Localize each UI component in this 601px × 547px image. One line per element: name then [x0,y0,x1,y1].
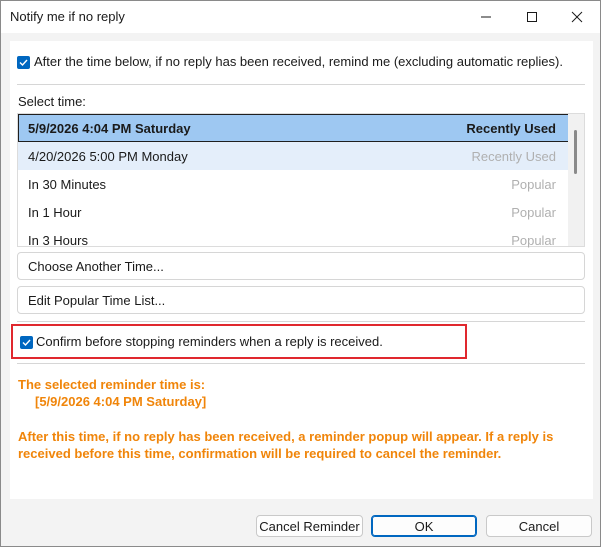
time-item-label: In 30 Minutes [28,177,107,192]
cancel-reminder-label: Cancel Reminder [259,519,360,534]
divider [17,363,585,364]
time-list-item[interactable]: In 1 Hour Popular [18,198,569,226]
time-item-tag: Popular [511,233,556,248]
minimize-button[interactable] [463,1,509,33]
close-icon [571,11,583,23]
time-list-item[interactable]: 5/9/2026 4:04 PM Saturday Recently Used [18,114,569,142]
maximize-icon [527,12,537,22]
time-item-label: 5/9/2026 4:04 PM Saturday [28,121,191,136]
ok-label: OK [414,519,434,534]
time-item-tag: Recently Used [466,121,556,136]
selected-reminder-time: [5/9/2026 4:04 PM Saturday] [35,394,207,409]
divider [17,84,585,85]
time-list-item[interactable]: In 3 Hours Popular [18,226,569,248]
confirm-checkbox[interactable] [20,336,33,349]
remind-if-no-reply-option[interactable]: After the time below, if no reply has be… [17,54,587,72]
dialog-window: Notify me if no reply After the time bel… [0,0,601,547]
confirm-before-stopping-option[interactable]: Confirm before stopping reminders when a… [11,324,467,359]
select-time-label: Select time: [18,94,86,109]
confirm-option-label: Confirm before stopping reminders when a… [36,334,383,349]
reminder-explanation-line1: After this time, if no reply has been re… [18,429,554,444]
window-title: Notify me if no reply [10,9,125,24]
reminder-time-heading: The selected reminder time is: [18,377,206,392]
checkmark-icon [22,339,31,347]
time-item-tag: Recently Used [471,149,556,164]
cancel-label: Cancel [518,519,560,534]
title-bar: Notify me if no reply [1,1,600,33]
time-list-item[interactable]: In 30 Minutes Popular [18,170,569,198]
edit-popular-time-list-button[interactable]: Edit Popular Time List... [17,286,585,314]
maximize-button[interactable] [509,1,555,33]
remind-option-label: After the time below, if no reply has be… [34,54,563,69]
cancel-button[interactable]: Cancel [486,515,592,537]
choose-another-time-label: Choose Another Time... [28,259,164,274]
time-item-tag: Popular [511,177,556,192]
time-item-tag: Popular [511,205,556,220]
reminder-explanation-line2: received before this time, confirmation … [18,446,502,461]
close-button[interactable] [554,1,600,33]
edit-popular-time-list-label: Edit Popular Time List... [28,293,166,308]
remind-checkbox[interactable] [17,56,30,69]
scrollbar-thumb[interactable] [574,130,577,174]
list-scrollbar[interactable] [568,114,584,246]
divider [17,321,585,322]
choose-another-time-button[interactable]: Choose Another Time... [17,252,585,280]
ok-button[interactable]: OK [371,515,477,537]
time-item-label: In 1 Hour [28,205,82,220]
time-item-label: 4/20/2026 5:00 PM Monday [28,149,188,164]
time-list[interactable]: 5/9/2026 4:04 PM Saturday Recently Used … [17,113,585,248]
checkmark-icon [19,59,28,67]
cancel-reminder-button[interactable]: Cancel Reminder [256,515,363,537]
minimize-icon [481,16,491,18]
time-item-label: In 3 Hours [28,233,88,248]
time-list-item[interactable]: 4/20/2026 5:00 PM Monday Recently Used [18,142,569,170]
